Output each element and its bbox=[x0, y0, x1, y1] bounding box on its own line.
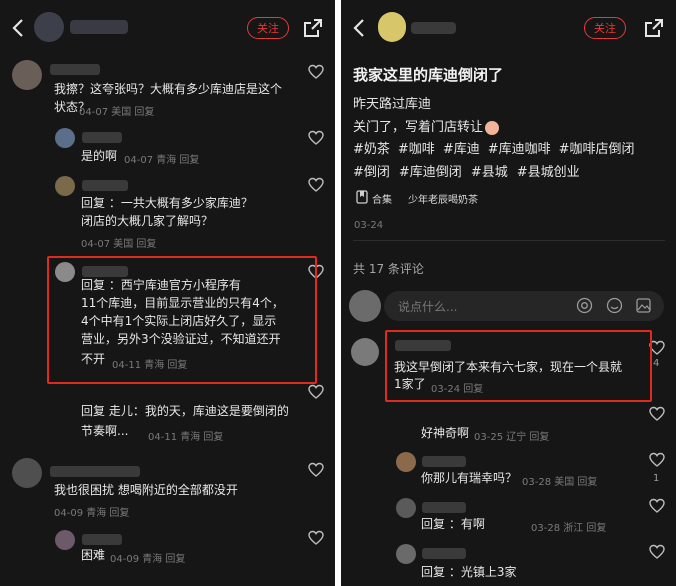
heart-icon[interactable] bbox=[649, 544, 665, 560]
like-count: 4 bbox=[653, 358, 660, 369]
hashtag[interactable]: #库迪咖啡 bbox=[488, 142, 551, 157]
comment-meta[interactable]: 04-09 青海 回复 bbox=[110, 550, 185, 565]
username[interactable] bbox=[82, 180, 128, 191]
username[interactable] bbox=[422, 548, 466, 559]
hashtag[interactable]: #奶茶 bbox=[353, 142, 390, 157]
avatar[interactable] bbox=[396, 498, 416, 518]
collection-icon bbox=[355, 189, 369, 204]
comment-line: 回复 ：有啊 bbox=[421, 517, 485, 531]
comment-line: 闭店的大概几家了解吗？ bbox=[81, 214, 214, 228]
emoji-icon[interactable] bbox=[606, 297, 623, 314]
username[interactable] bbox=[82, 534, 122, 545]
comment-meta[interactable]: 04-07 美国 回复 bbox=[79, 103, 154, 118]
hashtags-line: #奶茶 #咖啡 #库迪 #库迪咖啡 #咖啡店倒闭 bbox=[353, 138, 635, 157]
hashtag[interactable]: #咖啡店倒闭 bbox=[559, 142, 635, 157]
hashtag[interactable]: #倒闭 bbox=[353, 165, 390, 180]
avatar[interactable] bbox=[55, 530, 75, 550]
collection-name[interactable]: 少年老辰喝奶茶 bbox=[408, 191, 478, 206]
collection-label[interactable]: 合集 bbox=[372, 191, 392, 206]
heart-icon[interactable] bbox=[649, 452, 665, 468]
heart-icon[interactable] bbox=[308, 130, 324, 146]
comment-meta[interactable]: 04-11 青海 回复 bbox=[148, 428, 223, 443]
comment-line: 是的啊 bbox=[81, 149, 118, 163]
heart-icon[interactable] bbox=[649, 498, 665, 514]
heart-icon[interactable] bbox=[308, 462, 324, 478]
username[interactable] bbox=[50, 466, 140, 477]
username[interactable] bbox=[82, 132, 122, 143]
comment-count: 共 17 条评论 bbox=[353, 262, 424, 276]
avatar[interactable] bbox=[12, 60, 42, 90]
hashtag[interactable]: #咖啡 bbox=[398, 142, 435, 157]
at-icon[interactable] bbox=[576, 297, 593, 314]
back-arrow-icon[interactable] bbox=[8, 17, 30, 39]
highlight-box bbox=[47, 256, 317, 384]
comment-meta[interactable]: 04-07 青海 回复 bbox=[124, 151, 199, 166]
back-arrow-icon[interactable] bbox=[349, 17, 371, 39]
username[interactable] bbox=[422, 502, 466, 513]
author-avatar[interactable] bbox=[378, 12, 406, 42]
avatar[interactable] bbox=[396, 544, 416, 564]
heart-icon[interactable] bbox=[308, 64, 324, 80]
heart-icon[interactable] bbox=[308, 177, 324, 193]
like-count: 1 bbox=[653, 473, 660, 484]
post-date: 03-24 bbox=[354, 220, 384, 231]
post-title: 我家这里的库迪倒闭了 bbox=[353, 66, 504, 84]
avatar[interactable] bbox=[55, 128, 75, 148]
heart-icon[interactable] bbox=[308, 384, 324, 400]
hashtag[interactable]: #库迪 bbox=[443, 142, 480, 157]
comment-line: 回复 ：光镇上3家 bbox=[421, 565, 517, 579]
comment-line: 节奏啊... bbox=[81, 424, 129, 438]
comment-meta[interactable]: 03-25 辽宁 回复 bbox=[474, 428, 549, 443]
avatar[interactable] bbox=[396, 452, 416, 472]
comment-line: 我也很困扰 想喝附近的全部都没开 bbox=[54, 483, 238, 497]
hashtag[interactable]: #县城 bbox=[471, 165, 508, 180]
right-screenshot: 关注 我家这里的库迪倒闭了 昨天路过库迪 关门了，写着门店转让 #奶茶 #咖啡 #库… bbox=[341, 0, 676, 586]
comment-line: 好神奇啊 bbox=[421, 426, 470, 440]
share-icon[interactable] bbox=[302, 17, 324, 39]
comment-line: 你那儿有瑞幸吗？ bbox=[421, 471, 518, 485]
author-name[interactable] bbox=[411, 22, 456, 34]
hashtag[interactable]: #县城创业 bbox=[517, 165, 580, 180]
comment-meta[interactable]: 03-28 浙江 回复 bbox=[531, 519, 606, 534]
input-placeholder: 说点什么... bbox=[398, 300, 458, 314]
post-line: 关门了，写着门店转让 bbox=[353, 116, 500, 135]
avatar[interactable] bbox=[351, 338, 379, 366]
author-name[interactable] bbox=[70, 20, 128, 34]
post-line-text: 关门了，写着门店转让 bbox=[353, 120, 484, 135]
share-icon[interactable] bbox=[643, 17, 665, 39]
heart-icon[interactable] bbox=[308, 530, 324, 546]
comment-meta[interactable]: 03-28 美国 回复 bbox=[522, 473, 597, 488]
post-line: 昨天路过库迪 bbox=[353, 97, 432, 112]
hashtags-line: #倒闭 #库迪倒闭 #县城 #县城创业 bbox=[353, 161, 580, 180]
my-avatar bbox=[349, 290, 381, 322]
highlight-box bbox=[385, 330, 652, 402]
heart-icon[interactable] bbox=[649, 406, 665, 422]
comment-line: 我擦？这夸张吗？大概有多少库迪店是这个 bbox=[54, 82, 283, 96]
follow-button[interactable]: 关注 bbox=[247, 17, 289, 39]
comment-line: 回复 ：一共大概有多少家库迪？ bbox=[81, 196, 253, 210]
avatar[interactable] bbox=[55, 176, 75, 196]
comment-meta[interactable]: 04-07 美国 回复 bbox=[81, 235, 156, 250]
author-avatar[interactable] bbox=[34, 12, 64, 42]
emoji-icon bbox=[485, 120, 500, 135]
image-icon[interactable] bbox=[635, 297, 652, 314]
comment-line: 回复 走儿：我的天，库迪这是要倒闭的 bbox=[81, 404, 289, 418]
hashtag[interactable]: #库迪倒闭 bbox=[399, 165, 462, 180]
comment-line: 困难 bbox=[81, 548, 106, 562]
follow-button[interactable]: 关注 bbox=[584, 17, 626, 39]
username[interactable] bbox=[422, 456, 466, 467]
avatar[interactable] bbox=[12, 458, 42, 488]
comment-input[interactable]: 说点什么... bbox=[384, 291, 664, 321]
left-screenshot: 关注 我擦？这夸张吗？大概有多少库迪店是这个 状态？ 04-07 美国 回复 是… bbox=[0, 0, 335, 586]
divider bbox=[353, 240, 665, 241]
username[interactable] bbox=[50, 64, 100, 75]
comment-meta[interactable]: 04-09 青海 回复 bbox=[54, 504, 129, 519]
